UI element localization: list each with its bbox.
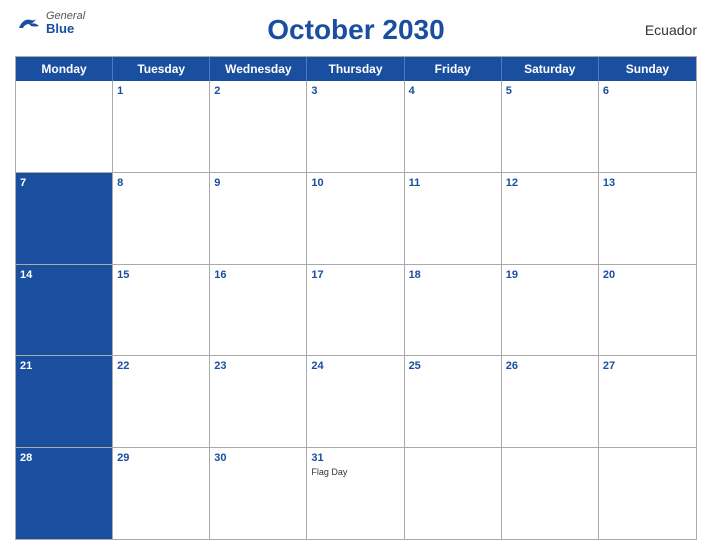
calendar-header: General Blue October 2030 Ecuador — [15, 10, 697, 50]
day-cell: 22 — [113, 356, 210, 447]
day-number: 9 — [214, 176, 302, 190]
day-number: 31 — [311, 451, 399, 465]
day-cell: 10 — [307, 173, 404, 264]
week-row-1: 123456 — [16, 81, 696, 172]
day-number: 27 — [603, 359, 692, 373]
day-number: 7 — [20, 176, 108, 190]
day-cell: 19 — [502, 265, 599, 356]
day-cell: 2 — [210, 81, 307, 172]
day-header-wednesday: Wednesday — [210, 57, 307, 81]
day-cell: 21 — [16, 356, 113, 447]
day-header-friday: Friday — [405, 57, 502, 81]
day-number: 6 — [603, 84, 692, 98]
day-number: 20 — [603, 268, 692, 282]
day-number: 30 — [214, 451, 302, 465]
day-number: 3 — [311, 84, 399, 98]
calendar-title: October 2030 — [267, 14, 444, 46]
day-number: 2 — [214, 84, 302, 98]
week-row-4: 21 22 23 24 25 26 27 — [16, 355, 696, 447]
day-cell: 26 — [502, 356, 599, 447]
page: General Blue October 2030 Ecuador Monday… — [0, 0, 712, 550]
day-number: 29 — [117, 451, 205, 465]
country-label: Ecuador — [645, 22, 697, 38]
day-header-tuesday: Tuesday — [113, 57, 210, 81]
day-header-monday: Monday — [16, 57, 113, 81]
day-header-thursday: Thursday — [307, 57, 404, 81]
day-cell: 3 — [307, 81, 404, 172]
day-cell: 20 — [599, 265, 696, 356]
day-number: 19 — [506, 268, 594, 282]
week-row-2: 789 10 11 12 13 — [16, 172, 696, 264]
day-cell: 11 — [405, 173, 502, 264]
week-row-3: 14 15 16 17 18 19 20 — [16, 264, 696, 356]
day-cell: 5 — [502, 81, 599, 172]
day-cell: 30 — [210, 448, 307, 539]
day-number: 26 — [506, 359, 594, 373]
day-number: 1 — [117, 84, 205, 98]
day-cell: 15 — [113, 265, 210, 356]
day-number: 5 — [506, 84, 594, 98]
day-number: 24 — [311, 359, 399, 373]
day-cell: 24 — [307, 356, 404, 447]
day-cell: 9 — [210, 173, 307, 264]
day-number: 23 — [214, 359, 302, 373]
day-number: 10 — [311, 176, 399, 190]
day-number: 17 — [311, 268, 399, 282]
day-cell — [405, 448, 502, 539]
day-cell: 25 — [405, 356, 502, 447]
day-number: 11 — [409, 176, 497, 190]
week-row-5: 28 29 30 31 Flag Day — [16, 447, 696, 539]
day-cell: 4 — [405, 81, 502, 172]
day-cell: 13 — [599, 173, 696, 264]
logo: General Blue — [15, 10, 85, 36]
day-cell: 29 — [113, 448, 210, 539]
day-cell: 18 — [405, 265, 502, 356]
day-headers-row: MondayTuesdayWednesdayThursdayFridaySatu… — [16, 57, 696, 81]
day-event: Flag Day — [311, 467, 399, 478]
day-cell: 28 — [16, 448, 113, 539]
day-cell: 8 — [113, 173, 210, 264]
day-cell — [599, 448, 696, 539]
day-number: 13 — [603, 176, 692, 190]
logo-bird-icon — [15, 14, 43, 32]
day-number: 21 — [20, 359, 108, 373]
day-cell: 23 — [210, 356, 307, 447]
day-cell: 31 Flag Day — [307, 448, 404, 539]
day-number: 14 — [20, 268, 108, 282]
day-cell: 7 — [16, 173, 113, 264]
calendar-grid: MondayTuesdayWednesdayThursdayFridaySatu… — [15, 56, 697, 540]
day-cell: 14 — [16, 265, 113, 356]
calendar-body: 1234567891011121314151617181920212223242… — [16, 81, 696, 539]
day-cell: 16 — [210, 265, 307, 356]
day-number: 25 — [409, 359, 497, 373]
day-number: 18 — [409, 268, 497, 282]
day-number: 15 — [117, 268, 205, 282]
day-number: 12 — [506, 176, 594, 190]
day-cell: 27 — [599, 356, 696, 447]
day-number: 8 — [117, 176, 205, 190]
logo-blue-text: Blue — [46, 22, 74, 36]
day-cell — [16, 81, 113, 172]
day-number: 22 — [117, 359, 205, 373]
day-cell: 6 — [599, 81, 696, 172]
day-number: 4 — [409, 84, 497, 98]
day-cell: 1 — [113, 81, 210, 172]
day-header-sunday: Sunday — [599, 57, 696, 81]
day-number: 16 — [214, 268, 302, 282]
day-number: 28 — [20, 451, 108, 465]
day-cell: 17 — [307, 265, 404, 356]
day-cell — [502, 448, 599, 539]
day-header-saturday: Saturday — [502, 57, 599, 81]
day-cell: 12 — [502, 173, 599, 264]
